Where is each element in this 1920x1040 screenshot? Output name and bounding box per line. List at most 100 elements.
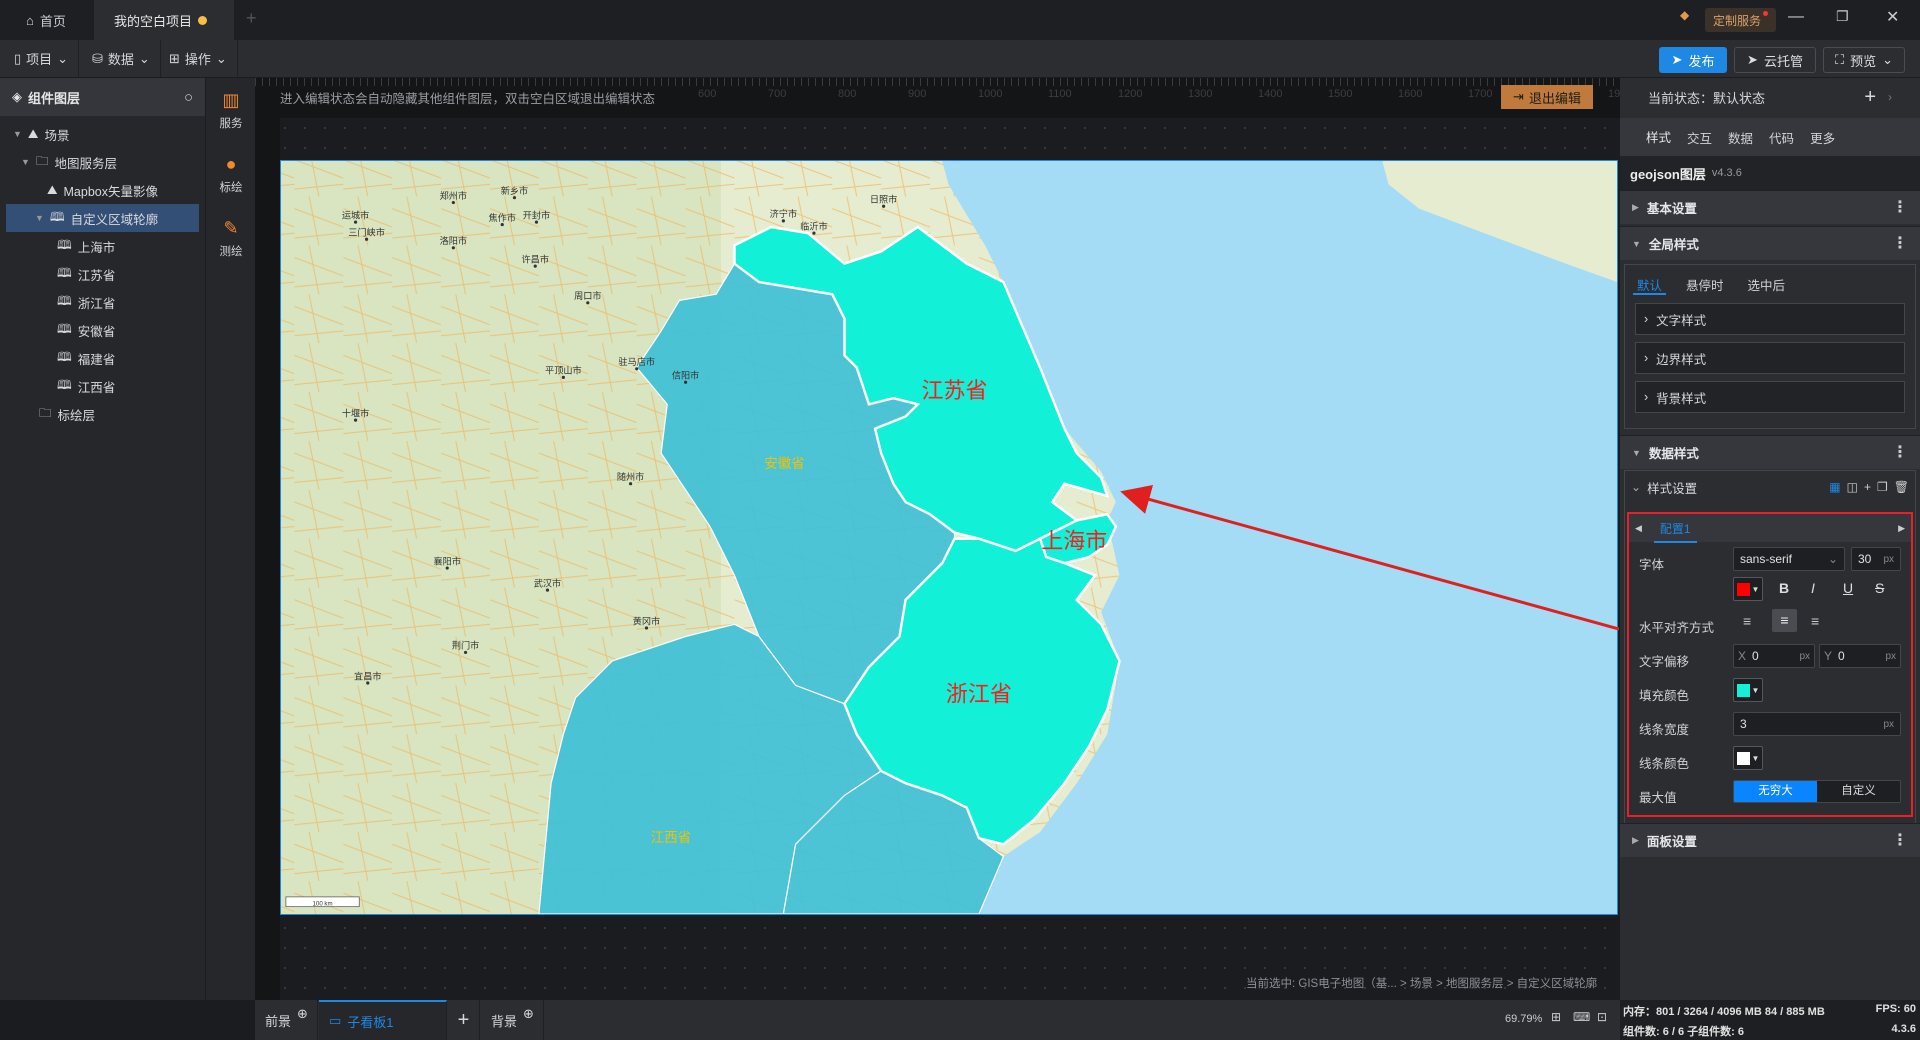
underline-button[interactable]: U [1843,580,1853,596]
stroke-color-picker[interactable]: ▼ [1733,746,1763,770]
cloud-host-button[interactable]: ➤ 云托管 [1734,47,1816,73]
add-circle-icon[interactable]: ⊕ [523,1006,534,1022]
tree-item-custom-region[interactable]: ▼ 🕮 自定义区域轮廓 [6,204,199,232]
add-state-icon[interactable]: + [1864,86,1876,109]
table-icon[interactable]: ▦ [1829,480,1840,494]
offset-x-input[interactable]: X 0 px [1733,644,1815,668]
section-label: 面板设置 [1646,835,1697,849]
more-vertical-icon[interactable]: ⋮ [1892,199,1908,216]
menu-project[interactable]: ▯ 项目 ⌄ [4,40,80,77]
plot-tool[interactable]: ● 标绘 [206,142,256,206]
restore-icon[interactable]: ❐ [1836,8,1849,25]
search-icon[interactable]: ○ [184,89,193,106]
state-tab[interactable]: 选中后 [1744,271,1790,295]
property-tab[interactable]: 样式 [1638,117,1680,158]
section-global-style[interactable]: ▼ 全局样式 ⋮ [1620,226,1920,260]
publish-button[interactable]: ➤ 发布 [1659,47,1727,73]
property-tab[interactable]: 更多 [1802,118,1843,157]
caret-down-icon: ▼ [13,129,22,139]
ruler-tick-label: 1200 [1118,88,1143,100]
align-center-icon[interactable]: ≡ [1772,609,1797,632]
option-custom[interactable]: 自定义 [1817,781,1900,802]
menu-data[interactable]: ⛁ 数据 ⌄ [82,40,161,77]
home-icon: ⌂ [26,12,34,28]
tree-item-jiangxi[interactable]: 🕮 江西省 [0,372,205,400]
next-arrow-icon[interactable]: ▶ [1898,523,1905,534]
tree-item-fujian[interactable]: 🕮 福建省 [0,344,205,372]
add-icon[interactable]: + [1864,480,1871,494]
font-family-select[interactable]: sans-serif ⌄ [1733,547,1845,571]
more-vertical-icon[interactable]: ⋮ [1892,235,1908,252]
offset-y-input[interactable]: Y 0 px [1819,644,1901,668]
custom-service-button[interactable]: 定制服务 [1705,8,1777,32]
menu-operation[interactable]: ⊞ 操作 ⌄ [159,40,238,77]
state-tab[interactable]: 悬停时 [1682,271,1728,295]
map-view[interactable]: 郑州市 开封市 洛阳市 许昌市 平顶山市 周口市 驻马店市 信阳市 随州市 武汉市 黄冈市 荆门市 宜昌… [280,160,1619,915]
prev-arrow-icon[interactable]: ◀ [1635,523,1642,534]
chevron-right-icon[interactable]: › [1888,90,1892,104]
section-panel-settings[interactable]: ▶ 面板设置 ⋮ [1620,823,1920,857]
strikethrough-button[interactable]: S [1875,580,1884,596]
layout-icon[interactable]: ◫ [1847,480,1858,494]
tree-item-map-service-layer[interactable]: ▼ 🗀 地图服务层 [0,148,205,176]
keyboard-icon[interactable]: ⌨ [1573,1010,1590,1024]
delete-icon[interactable]: 🗑 [1894,480,1909,494]
font-size-input[interactable]: 30 px [1851,547,1901,571]
plus-icon: + [457,1008,470,1031]
section-basic-settings[interactable]: ▶ 基本设置 ⋮ [1620,190,1920,224]
section-data-style[interactable]: ▼ 数据样式 ⋮ [1620,435,1920,469]
tree-item-shanghai[interactable]: 🕮 上海市 [0,232,205,260]
config-tabs: ◀ 配置1 ▶ [1629,514,1911,543]
property-tab[interactable]: 交互 [1679,118,1720,157]
tab-subboard[interactable]: ▭ 子看板1 [319,1000,447,1040]
service-tool[interactable]: ▥ 服务 [206,78,256,142]
tree-item-anhui[interactable]: 🕮 安徽省 [0,316,205,344]
map-icon: 🕮 [57,321,72,336]
add-circle-icon[interactable]: ⊕ [297,1006,308,1022]
fit-screen-icon[interactable]: ⊞ [1551,1010,1561,1024]
property-tab[interactable]: 代码 [1761,118,1802,157]
subsection-text-style[interactable]: › 文字样式 [1635,303,1905,335]
align-left-icon[interactable]: ≡ [1743,613,1751,629]
survey-tool[interactable]: ✎ 测绘 [206,206,256,270]
more-vertical-icon[interactable]: ⋮ [1892,832,1908,849]
subsection-background-style[interactable]: › 背景样式 [1635,381,1905,413]
tree-item-jiangsu[interactable]: 🕮 江苏省 [0,260,205,288]
minimize-icon[interactable]: — [1788,8,1804,26]
tree-item-scene[interactable]: ▼ ⛰ 场景 [0,120,205,148]
align-right-icon[interactable]: ≡ [1811,613,1819,629]
tab-foreground[interactable]: 前景 ⊕ [255,1000,318,1040]
tab-subboard-label: 子看板1 [347,1014,394,1030]
font-label: 字体 [1639,558,1665,572]
copy-icon[interactable]: ❐ [1877,480,1888,494]
preview-button[interactable]: ⛶ 预览 ⌄ [1823,47,1905,73]
tree-item-plot-layer[interactable]: 🗀 标绘层 [0,400,205,428]
edit-hint-text: 进入编辑状态会自动隐藏其他组件图层，双击空白区域退出编辑状态 [280,92,656,106]
font-color-picker[interactable]: ▼ [1733,577,1763,601]
more-vertical-icon[interactable]: ⋮ [1892,444,1908,461]
close-icon[interactable]: ✕ [1886,7,1899,27]
tab-config-1[interactable]: 配置1 [1653,514,1697,543]
property-tab[interactable]: 数据 [1720,118,1761,157]
italic-button[interactable]: I [1811,580,1815,596]
new-tab-plus-icon[interactable]: + [246,8,257,29]
exit-edit-button[interactable]: ⇥ 退出编辑 [1501,85,1593,109]
selection-breadcrumb: 当前选中: GIS电子地图（基... > 场景 > 地图服务层 > 自定义区域轮… [1246,978,1598,990]
bold-button[interactable]: B [1779,580,1789,596]
tab-background[interactable]: 背景 ⊕ [481,1000,544,1040]
stroke-width-input[interactable]: 3 px [1733,712,1901,736]
menu-project-label: 项目 [26,52,53,67]
fill-color-picker[interactable]: ▼ [1733,678,1763,702]
state-tab[interactable]: 默认 [1633,271,1667,295]
tree-item-label: 标绘层 [57,408,96,423]
tab-project[interactable]: 我的空白项目 [94,0,234,40]
subsection-border-style[interactable]: › 边界样式 [1635,342,1905,374]
tree-item-mapbox[interactable]: ⛰ Mapbox矢量影像 [0,176,205,204]
ruler-tick-label: 1600 [1398,88,1423,100]
tree-item-zhejiang[interactable]: 🕮 浙江省 [0,288,205,316]
terminal-icon[interactable]: ⊡ [1597,1010,1607,1024]
add-board-button[interactable]: + [448,1000,480,1040]
option-infinite[interactable]: 无穷大 [1734,781,1817,802]
location-pin-icon: ● [225,153,237,174]
tab-home[interactable]: ⌂ 首页 [6,0,86,40]
